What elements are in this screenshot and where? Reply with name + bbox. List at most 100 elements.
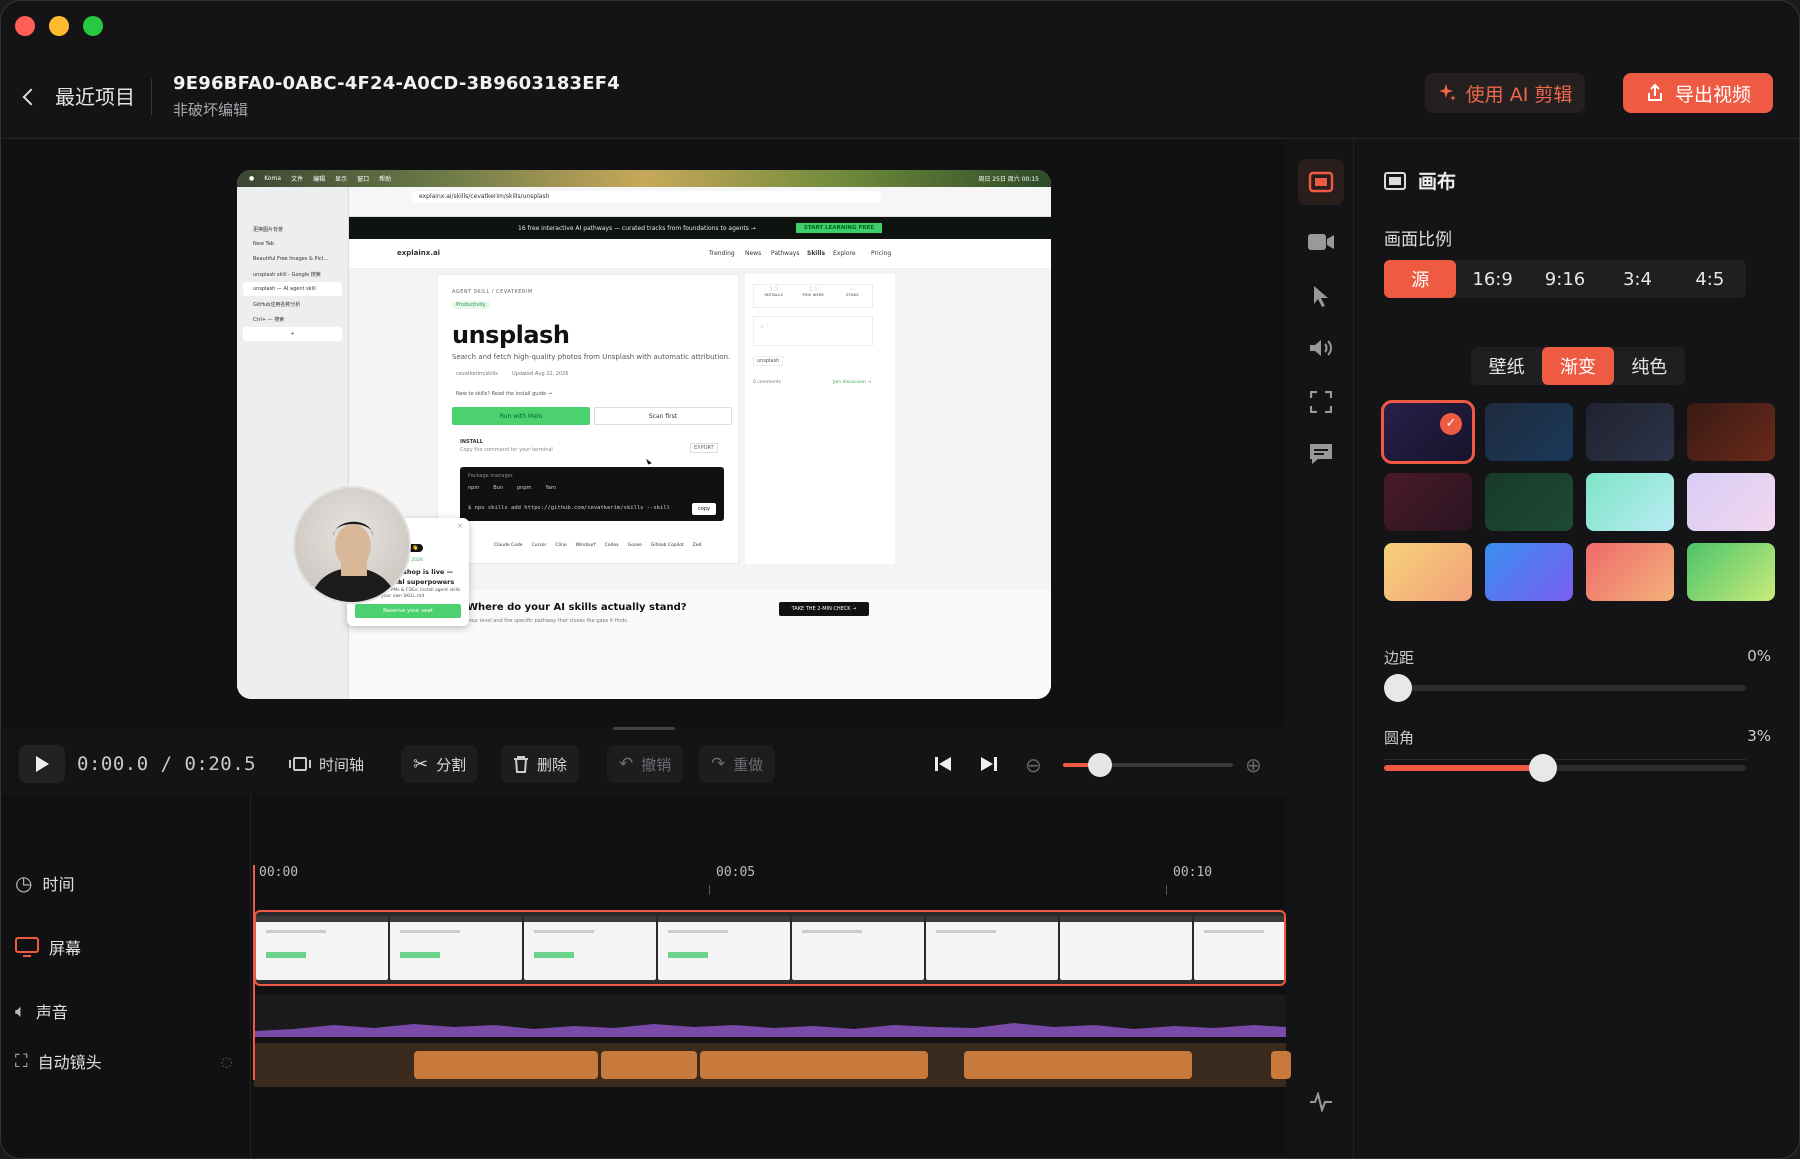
gradient-swatch[interactable]	[1687, 543, 1775, 601]
camera-tool-button[interactable]	[1298, 219, 1344, 265]
clip-thumbnail	[1194, 916, 1284, 980]
share-icon	[1647, 83, 1662, 101]
zoom-tool-button[interactable]	[1298, 379, 1344, 425]
export-video-button[interactable]: 导出视频	[1623, 73, 1773, 113]
padding-value: 0%	[1747, 647, 1771, 665]
tag-badge: Productivity	[452, 301, 490, 309]
focus-frame-icon: ⛶	[15, 1050, 28, 1072]
ratio-selector: 源 16:9 9:16 3:4 4:5	[1384, 260, 1746, 298]
cursor-tool-button[interactable]	[1298, 273, 1344, 319]
ruler-mark	[1166, 885, 1167, 895]
ratio-option-3-4[interactable]: 3:4	[1601, 260, 1673, 298]
playhead[interactable]	[253, 865, 255, 1080]
terminal-box: Package manager npm Bun pnpm Yarn $ npx …	[460, 467, 724, 521]
resize-handle[interactable]	[613, 727, 675, 730]
ratio-option-4-5[interactable]: 4:5	[1674, 260, 1746, 298]
canvas-tool-button[interactable]	[1298, 159, 1344, 205]
radius-slider[interactable]	[1384, 754, 1746, 782]
ratio-option-16-9[interactable]: 16:9	[1456, 260, 1528, 298]
redo-button[interactable]: ↷ 重做	[699, 745, 776, 783]
waveform	[254, 1023, 1286, 1037]
gradient-swatch[interactable]	[1485, 403, 1573, 461]
radius-slider-knob[interactable]	[1529, 754, 1557, 782]
gradient-swatch[interactable]	[1586, 473, 1674, 531]
focus-frame-icon	[1310, 391, 1332, 413]
camera-segment[interactable]	[601, 1051, 697, 1079]
time-ruler: 00:00 00:05 00:10	[253, 865, 1286, 899]
project-subtitle: 非破坏编辑	[173, 101, 249, 119]
gradient-swatch[interactable]	[1384, 473, 1472, 531]
client: Cursor	[531, 543, 547, 548]
split-label: 分割	[436, 755, 467, 774]
track-time-label: 时间	[42, 875, 75, 894]
gradient-swatch[interactable]	[1687, 403, 1775, 461]
padding-slider-knob[interactable]	[1384, 674, 1412, 702]
step-forward-button[interactable]	[975, 755, 999, 777]
clip-thumbnail	[926, 916, 1058, 980]
gradient-swatch[interactable]	[1485, 473, 1573, 531]
padding-slider[interactable]	[1384, 674, 1746, 702]
play-button[interactable]	[19, 745, 65, 783]
background-type-selector: 壁纸 渐变 纯色	[1471, 347, 1685, 385]
install-label: INSTALL	[460, 439, 483, 445]
back-button[interactable]: 最近项目	[22, 81, 135, 110]
gradient-swatch[interactable]: ✓	[1381, 400, 1475, 464]
delete-button[interactable]: 删除	[501, 745, 580, 783]
video-camera-icon	[1308, 234, 1334, 250]
track-time: ◷ 时间	[15, 871, 74, 895]
auto-camera-track[interactable]	[254, 1043, 1291, 1087]
audio-tool-button[interactable]	[1298, 325, 1344, 371]
close-window-button[interactable]	[15, 16, 35, 36]
audio-clip[interactable]	[254, 995, 1286, 1037]
panel-divider	[1384, 759, 1746, 760]
gradient-swatch[interactable]	[1586, 543, 1674, 601]
zoom-slider[interactable]	[1063, 753, 1233, 777]
menu-item: Koma	[264, 175, 282, 182]
panel-title-text: 画布	[1418, 171, 1457, 193]
timeline-button[interactable]: 时间轴	[277, 745, 376, 783]
bg-type-solid[interactable]: 纯色	[1614, 347, 1685, 385]
gradient-swatch[interactable]	[1384, 543, 1472, 601]
app-window: 最近项目 9E96BFA0-0ABC-4F24-A0CD-3B9603183EF…	[0, 0, 1800, 1159]
gradient-swatch[interactable]	[1687, 473, 1775, 531]
ratio-option-9-16[interactable]: 9:16	[1529, 260, 1601, 298]
ruler-tick: 00:05	[716, 865, 756, 880]
ruler-tick: 00:00	[259, 865, 299, 880]
tool-rail	[1286, 139, 1354, 1158]
pointer-icon	[1314, 286, 1328, 307]
zoom-out-icon[interactable]: ⊖	[1025, 753, 1042, 777]
camera-segment[interactable]	[964, 1051, 1192, 1079]
install-hint: New to skills? Read the install guide →	[456, 391, 552, 397]
stat-label: STARS	[846, 293, 859, 297]
undo-button[interactable]: ↶ 撤销	[607, 745, 684, 783]
stat-label: INSTALLS	[764, 293, 783, 297]
camera-segment[interactable]	[700, 1051, 928, 1079]
meta-author: cevatkerim/skills	[456, 371, 498, 377]
gradient-swatch[interactable]	[1586, 403, 1674, 461]
skill-desc: Search and fetch high-quality photos fro…	[452, 353, 731, 361]
zoom-window-button[interactable]	[83, 16, 103, 36]
bg-type-gradient[interactable]: 渐变	[1542, 347, 1614, 385]
bg-type-wallpaper[interactable]: 壁纸	[1471, 347, 1542, 385]
ai-edit-button[interactable]: 使用 AI 剪辑	[1425, 73, 1585, 113]
track-auto-camera: ⛶ 自动镜头	[15, 1049, 102, 1073]
zoom-in-icon[interactable]: ⊕	[1245, 753, 1262, 777]
zoom-slider-knob[interactable]	[1088, 753, 1112, 777]
browser-tab: 更换图片背景	[253, 226, 284, 233]
activity-button[interactable]	[1298, 1079, 1344, 1125]
gradient-swatch[interactable]	[1485, 543, 1573, 601]
browser-tab: GitHub应用名称分析	[253, 301, 301, 308]
chevron-left-icon	[22, 88, 40, 105]
check-icon: ✓	[1440, 413, 1462, 435]
ratio-option-source[interactable]: 源	[1384, 260, 1457, 298]
time-display: 0:00.0 / 0:20.5	[77, 753, 257, 775]
caption-tool-button[interactable]	[1298, 431, 1344, 477]
radius-label: 圆角	[1384, 729, 1415, 747]
minimize-window-button[interactable]	[49, 16, 69, 36]
screen-clip[interactable]	[254, 910, 1286, 986]
camera-segment[interactable]	[414, 1051, 598, 1079]
browser-tab: unsplash skill - Google 搜索	[253, 271, 321, 278]
install-sub: Copy the command for your terminal	[460, 447, 553, 453]
step-back-button[interactable]	[933, 755, 957, 777]
split-button[interactable]: ✂ 分割	[401, 745, 479, 783]
